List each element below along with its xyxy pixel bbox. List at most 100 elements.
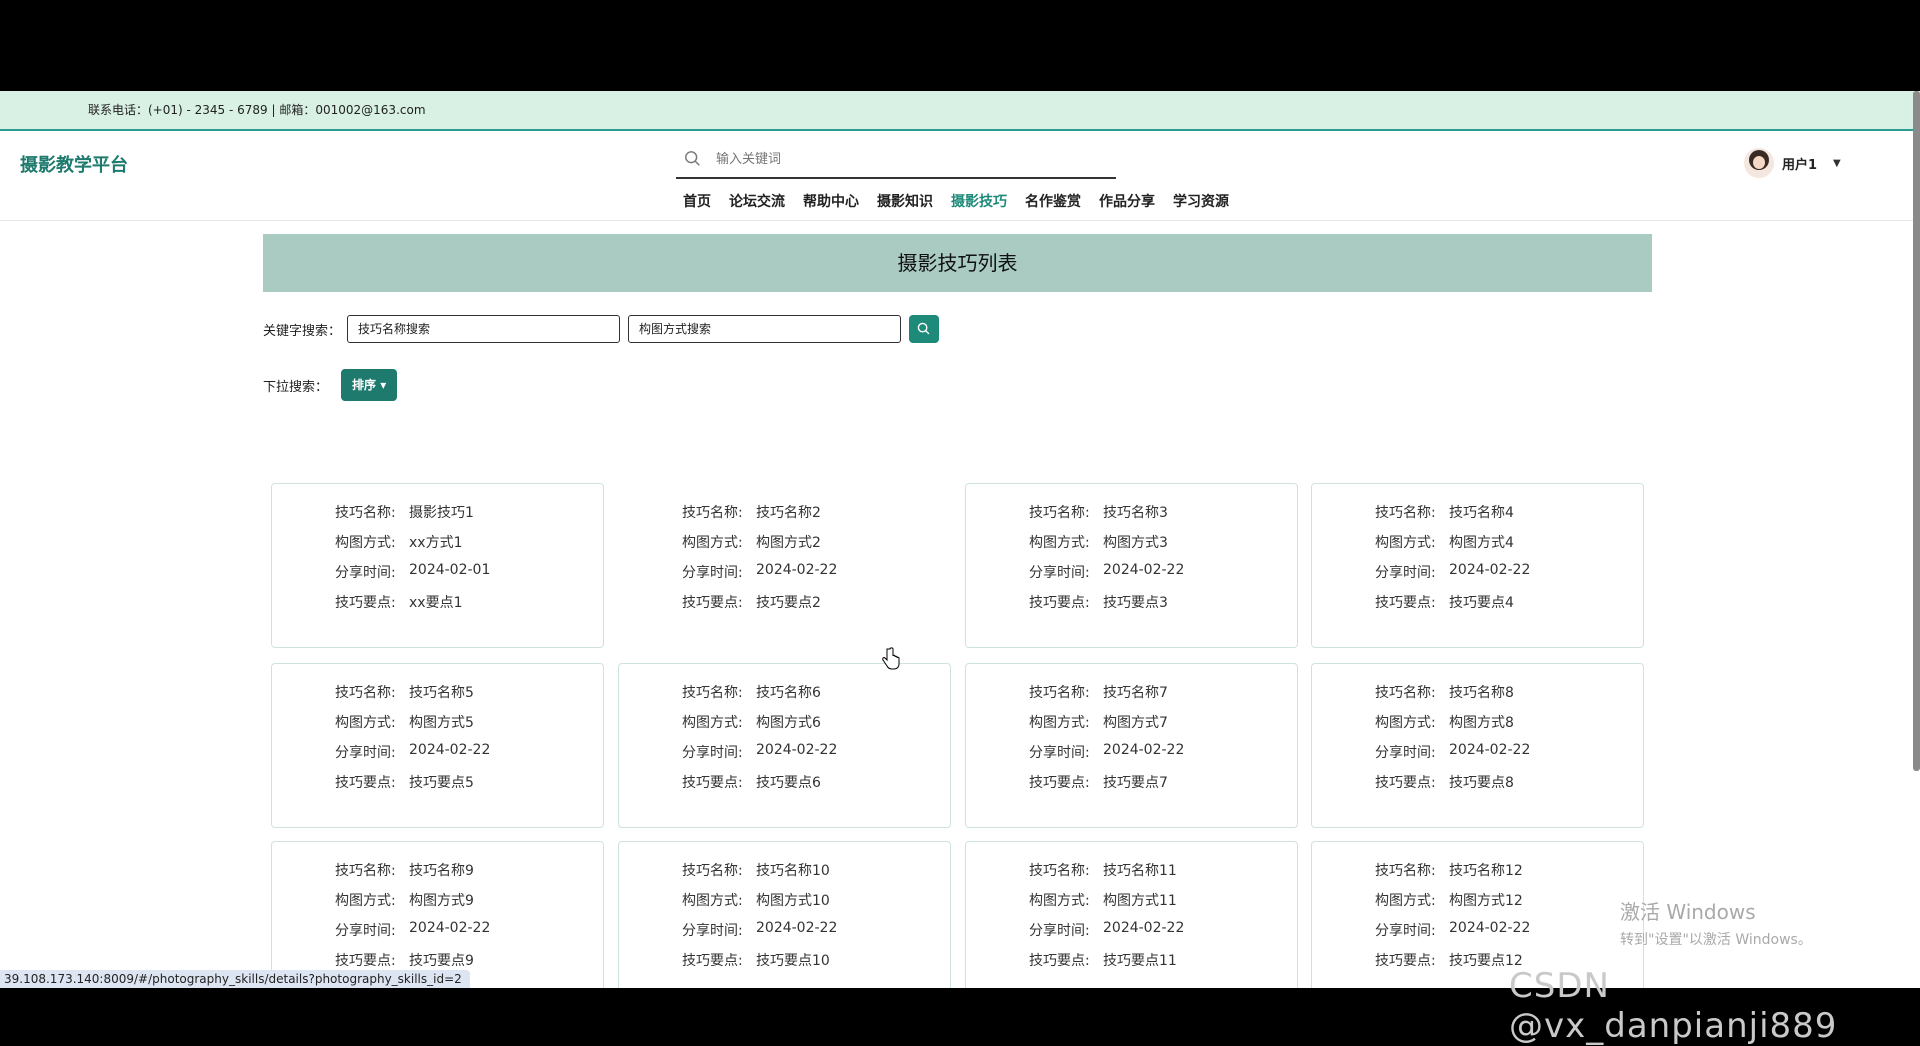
skill-card[interactable]: 技巧名称: 摄影技巧1 构图方式: xx方式1 分享时间: 2024-02-01 技巧要点:…	[271, 483, 604, 648]
field-value: 技巧要点2	[756, 595, 821, 611]
main-nav: 首页 论坛交流 帮助中心 摄影知识 摄影技巧 名作鉴赏 作品分享 学习资源	[683, 191, 1247, 211]
avatar[interactable]	[1744, 148, 1774, 178]
skill-card-method-row: 构图方式: 构图方式4	[1375, 532, 1514, 552]
nav-item-7[interactable]: 学习资源	[1173, 191, 1229, 211]
field-value: 技巧名称8	[1449, 685, 1514, 701]
scrollbar[interactable]	[1913, 91, 1920, 771]
field-value: 技巧要点9	[409, 953, 474, 969]
field-label: 构图方式:	[682, 535, 743, 551]
skill-card-name-row: 技巧名称: 技巧名称4	[1375, 502, 1514, 522]
field-value: 技巧名称4	[1449, 505, 1514, 521]
field-value: 技巧要点8	[1449, 775, 1514, 791]
skill-card-time-row: 分享时间: 2024-02-22	[682, 562, 837, 582]
user-menu[interactable]: 用户1 ▼	[1744, 146, 1841, 180]
skill-card-point-row: 技巧要点: 技巧要点3	[1029, 592, 1168, 612]
field-label: 技巧名称:	[1375, 505, 1436, 521]
skill-card[interactable]: 技巧名称: 技巧名称11 构图方式: 构图方式11 分享时间: 2024-02-22 技巧要…	[965, 841, 1298, 988]
field-value: 构图方式2	[756, 535, 821, 551]
field-value: 技巧要点3	[1103, 595, 1168, 611]
field-value: 构图方式5	[409, 715, 474, 731]
field-value: 2024-02-22	[1103, 562, 1185, 578]
skill-card-point-row: 技巧要点: 技巧要点9	[335, 950, 474, 970]
video-frame-top	[0, 0, 1920, 91]
field-label: 构图方式:	[682, 893, 743, 909]
field-label: 分享时间:	[1375, 923, 1436, 939]
nav-item-1[interactable]: 论坛交流	[729, 191, 785, 211]
composition-search-input[interactable]: 构图方式搜索	[628, 315, 902, 343]
skill-card-name-row: 技巧名称: 技巧名称8	[1375, 682, 1514, 702]
status-bar-url: 39.108.173.140:8009/#/photography_skills…	[0, 970, 470, 988]
field-label: 技巧要点:	[1029, 595, 1090, 611]
skill-card-point-row: 技巧要点: xx要点1	[335, 592, 462, 612]
skill-card-name-row: 技巧名称: 技巧名称5	[335, 682, 474, 702]
skill-card[interactable]: 技巧名称: 技巧名称2 构图方式: 构图方式2 分享时间: 2024-02-22 技巧要点:…	[618, 483, 951, 648]
field-label: 构图方式:	[1375, 893, 1436, 909]
skill-card[interactable]: 技巧名称: 技巧名称8 构图方式: 构图方式8 分享时间: 2024-02-22 技巧要点:…	[1311, 663, 1644, 828]
contact-info: 联系电话：(+01) - 2345 - 6789 | 邮箱：001002@163…	[88, 103, 426, 117]
nav-item-4[interactable]: 摄影技巧	[951, 191, 1007, 211]
field-label: 技巧要点:	[335, 775, 396, 791]
global-search	[676, 141, 1116, 179]
field-value: 2024-02-22	[756, 562, 838, 578]
skill-card[interactable]: 技巧名称: 技巧名称6 构图方式: 构图方式6 分享时间: 2024-02-22 技巧要点:…	[618, 663, 951, 828]
user-name[interactable]: 用户1	[1782, 154, 1817, 173]
skill-card-point-row: 技巧要点: 技巧要点12	[1375, 950, 1523, 970]
search-button[interactable]	[909, 315, 940, 343]
caret-down-icon[interactable]: ▼	[1833, 158, 1841, 169]
site-brand[interactable]: 摄影教学平台	[20, 151, 128, 177]
field-value: 构图方式11	[1103, 893, 1177, 909]
sort-label: 排序	[352, 378, 377, 392]
field-label: 技巧名称:	[682, 685, 743, 701]
field-value: 2024-02-22	[1449, 562, 1531, 578]
nav-item-6[interactable]: 作品分享	[1099, 191, 1155, 211]
skill-card-name-row: 技巧名称: 技巧名称7	[1029, 682, 1168, 702]
search-icon	[685, 151, 700, 166]
hand-cursor-icon	[882, 647, 900, 670]
field-value: 技巧名称3	[1103, 505, 1168, 521]
field-value: 构图方式10	[756, 893, 830, 909]
skill-card-time-row: 分享时间: 2024-02-22	[1029, 562, 1184, 582]
windows-activation-watermark: 激活 Windows 转到"设置"以激活 Windows。	[1620, 896, 1812, 949]
field-value: 构图方式7	[1103, 715, 1168, 731]
field-label: 技巧名称:	[1029, 685, 1090, 701]
keyword-search-row: 关键字搜索： 技巧名称搜索 构图方式搜索	[263, 314, 940, 344]
field-value: 构图方式6	[756, 715, 821, 731]
field-value: 构图方式3	[1103, 535, 1168, 551]
field-value: 构图方式12	[1449, 893, 1523, 909]
nav-item-5[interactable]: 名作鉴赏	[1025, 191, 1081, 211]
keyword-search-label: 关键字搜索：	[263, 323, 342, 339]
skill-card-name-row: 技巧名称: 摄影技巧1	[335, 502, 474, 522]
field-value: 构图方式8	[1449, 715, 1514, 731]
skill-card-method-row: 构图方式: 构图方式10	[682, 890, 830, 910]
skill-card[interactable]: 技巧名称: 技巧名称9 构图方式: 构图方式9 分享时间: 2024-02-22 技巧要点:…	[271, 841, 604, 988]
field-label: 构图方式:	[335, 715, 396, 731]
sort-dropdown-button[interactable]: 排序 ▾	[341, 369, 398, 401]
skill-card[interactable]: 技巧名称: 技巧名称5 构图方式: 构图方式5 分享时间: 2024-02-22 技巧要点:…	[271, 663, 604, 828]
nav-item-0[interactable]: 首页	[683, 191, 711, 211]
skill-card[interactable]: 技巧名称: 技巧名称10 构图方式: 构图方式10 分享时间: 2024-02-22 技巧要…	[618, 841, 951, 988]
field-value: 2024-02-01	[409, 562, 491, 578]
nav-item-3[interactable]: 摄影知识	[877, 191, 933, 211]
field-value: 2024-02-22	[756, 920, 838, 936]
nav-item-2[interactable]: 帮助中心	[803, 191, 859, 211]
page-title: 摄影技巧列表	[897, 251, 1018, 275]
skill-card-point-row: 技巧要点: 技巧要点10	[682, 950, 830, 970]
field-value: 技巧名称7	[1103, 685, 1168, 701]
skill-card[interactable]: 技巧名称: 技巧名称4 构图方式: 构图方式4 分享时间: 2024-02-22 技巧要点:…	[1311, 483, 1644, 648]
skill-name-search-input[interactable]: 技巧名称搜索	[347, 315, 621, 343]
field-label: 分享时间:	[682, 745, 743, 761]
field-label: 构图方式:	[335, 893, 396, 909]
skill-card-method-row: 构图方式: 构图方式8	[1375, 712, 1514, 732]
field-value: 2024-02-22	[1449, 742, 1531, 758]
skill-card[interactable]: 技巧名称: 技巧名称3 构图方式: 构图方式3 分享时间: 2024-02-22 技巧要点:…	[965, 483, 1298, 648]
skill-card-time-row: 分享时间: 2024-02-22	[1375, 742, 1530, 762]
skill-card-time-row: 分享时间: 2024-02-22	[1375, 920, 1530, 940]
skill-card[interactable]: 技巧名称: 技巧名称7 构图方式: 构图方式7 分享时间: 2024-02-22 技巧要点:…	[965, 663, 1298, 828]
field-value: 技巧名称2	[756, 505, 821, 521]
skill-card-point-row: 技巧要点: 技巧要点6	[682, 772, 821, 792]
field-value: 技巧名称6	[756, 685, 821, 701]
global-search-input[interactable]	[716, 147, 1106, 171]
skill-card-method-row: 构图方式: 构图方式9	[335, 890, 474, 910]
field-label: 技巧名称:	[335, 863, 396, 879]
field-label: 构图方式:	[1029, 893, 1090, 909]
